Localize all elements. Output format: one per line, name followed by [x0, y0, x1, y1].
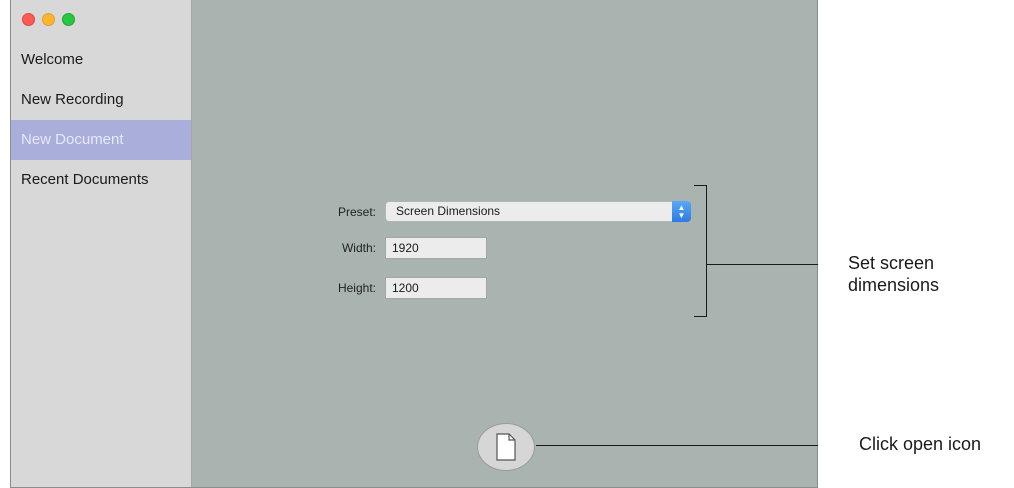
- sidebar-item-new-document[interactable]: New Document: [11, 120, 191, 160]
- preset-select-value: Screen Dimensions: [396, 204, 501, 218]
- close-window-button[interactable]: [22, 13, 35, 26]
- sidebar: Welcome New Recording New Document Recen…: [11, 0, 192, 487]
- up-down-chevron-icon[interactable]: ▲ ▼: [672, 201, 691, 222]
- preset-select[interactable]: Screen Dimensions ▲ ▼: [385, 201, 691, 222]
- sidebar-item-new-recording[interactable]: New Recording: [11, 80, 191, 120]
- open-document-button[interactable]: [477, 423, 535, 471]
- width-field[interactable]: 1920: [385, 237, 487, 259]
- dimensions-callout-line-2: dimensions: [848, 275, 940, 295]
- dimensions-callout-line-1: Set screen: [848, 253, 935, 273]
- dimensions-callout-line: [707, 264, 818, 265]
- dimensions-callout-text: Set screen dimensions: [848, 252, 939, 296]
- sidebar-item-welcome[interactable]: Welcome: [11, 40, 191, 80]
- height-label: Height:: [337, 281, 376, 295]
- zoom-window-button[interactable]: [62, 13, 75, 26]
- window-controls: [22, 13, 75, 26]
- dimensions-bracket: [694, 185, 707, 317]
- width-label: Width:: [341, 241, 376, 255]
- preset-label: Preset:: [337, 205, 376, 219]
- main-content: Preset: Screen Dimensions ▲ ▼ Width: 1920…: [192, 0, 817, 487]
- document-icon: [496, 433, 516, 461]
- minimize-window-button[interactable]: [42, 13, 55, 26]
- height-field[interactable]: 1200: [385, 277, 487, 299]
- sidebar-nav: Welcome New Recording New Document Recen…: [11, 40, 191, 200]
- open-callout-text: Click open icon: [859, 434, 982, 454]
- sidebar-item-recent-documents[interactable]: Recent Documents: [11, 160, 191, 200]
- open-callout-line: [536, 445, 818, 446]
